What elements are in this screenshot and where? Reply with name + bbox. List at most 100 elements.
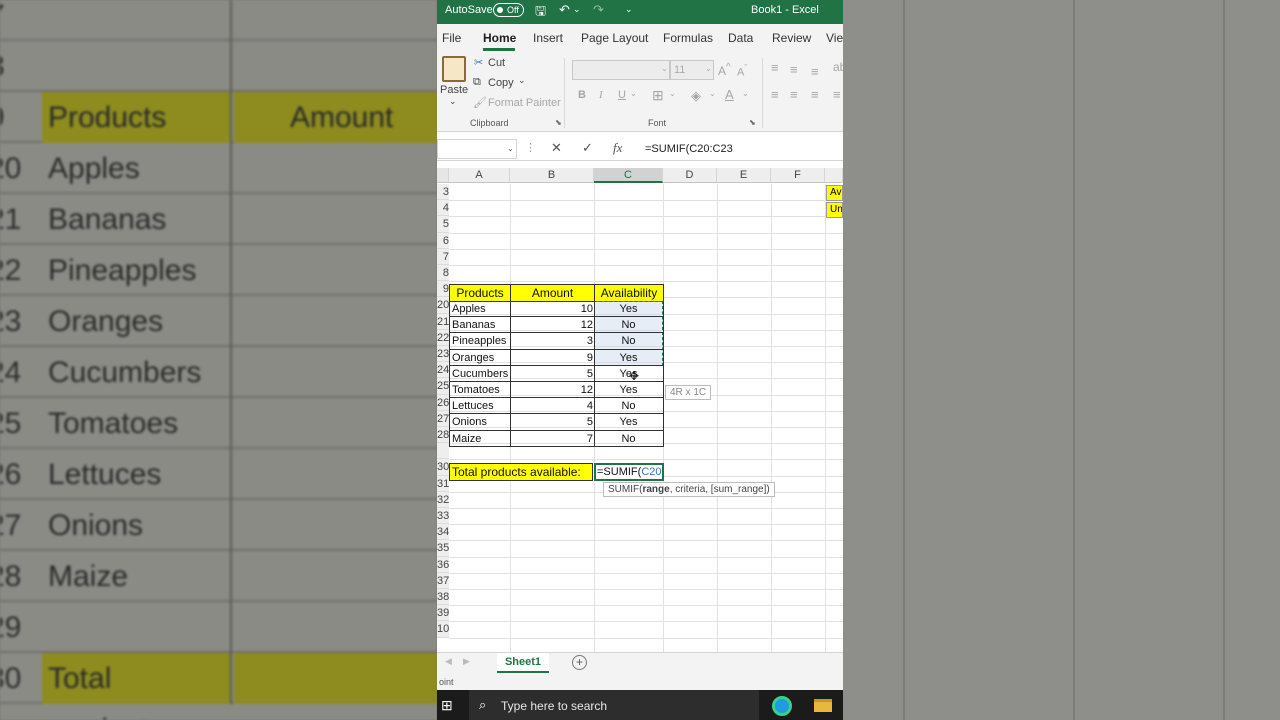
- row-header[interactable]: 31: [437, 475, 449, 492]
- cell-product[interactable]: Bananas: [449, 317, 511, 334]
- formula-input[interactable]: =SUMIF(C20:C23: [645, 143, 733, 155]
- font-size-dropdown-icon[interactable]: ⌄: [705, 64, 712, 73]
- row-header[interactable]: 6: [437, 232, 449, 249]
- header-products[interactable]: Products: [449, 284, 511, 302]
- col-header-a[interactable]: A: [449, 168, 510, 183]
- col-header-d[interactable]: D: [663, 168, 717, 183]
- col-header-c[interactable]: C: [594, 168, 663, 183]
- windows-start-icon[interactable]: ⊞: [441, 697, 453, 714]
- row-header[interactable]: 26: [437, 394, 449, 411]
- tab-insert[interactable]: Insert: [533, 31, 563, 45]
- row-header[interactable]: 36: [437, 556, 449, 573]
- tab-page-layout[interactable]: Page Layout: [581, 31, 648, 45]
- taskbar-search[interactable]: ⌕ Type here to search: [469, 690, 759, 720]
- cell-amount[interactable]: 5: [510, 414, 595, 431]
- row-header[interactable]: 24: [437, 362, 449, 379]
- cell-amount[interactable]: 7: [510, 430, 595, 447]
- cell-availability[interactable]: Yes: [594, 349, 664, 366]
- insert-function-icon[interactable]: fx: [613, 140, 622, 156]
- cut-icon[interactable]: ✂: [474, 56, 483, 69]
- cell-product[interactable]: Maize: [449, 430, 511, 447]
- row-header[interactable]: 34: [437, 524, 449, 541]
- name-box-dropdown-icon[interactable]: ⌄: [507, 144, 514, 153]
- autosave-toggle[interactable]: Off: [493, 3, 524, 17]
- cell-product[interactable]: Onions: [449, 414, 511, 431]
- col-header-e[interactable]: E: [717, 168, 771, 183]
- cell-product[interactable]: Apples: [449, 301, 511, 318]
- row-header[interactable]: 4: [437, 200, 449, 217]
- header-amount[interactable]: Amount: [510, 284, 595, 302]
- cell-product[interactable]: Lettuces: [449, 398, 511, 415]
- cancel-icon[interactable]: ✕: [551, 140, 562, 156]
- row-header[interactable]: 33: [437, 508, 449, 525]
- row-header[interactable]: 30: [437, 459, 449, 476]
- cell-amount[interactable]: 4: [510, 398, 595, 415]
- row-header[interactable]: 9: [437, 281, 449, 298]
- tab-review[interactable]: Review: [772, 31, 811, 45]
- copy-icon[interactable]: ⧉: [473, 76, 481, 89]
- col-header-b[interactable]: B: [510, 168, 594, 183]
- cell-availability[interactable]: Yes: [594, 301, 664, 318]
- cell-availability[interactable]: No: [594, 317, 664, 334]
- worksheet-grid[interactable]: A B C D E F 3 4 5 6 7 8 9 20 21 22 23 24 25 26 27 28 30 3…: [437, 168, 843, 652]
- cell-amount[interactable]: 12: [510, 317, 595, 334]
- row-header[interactable]: 20: [437, 297, 449, 314]
- cell-availability[interactable]: Yes: [594, 382, 664, 399]
- side-label-available[interactable]: Av: [826, 185, 843, 201]
- cell-amount[interactable]: 12: [510, 382, 595, 399]
- row-header[interactable]: 22: [437, 329, 449, 346]
- formula-bar-splitter-icon[interactable]: ⋮: [525, 141, 536, 154]
- row-header[interactable]: 23: [437, 346, 449, 363]
- row-header[interactable]: 3: [437, 184, 449, 201]
- row-header[interactable]: 38: [437, 589, 449, 606]
- copy-dropdown-icon[interactable]: ⌄: [518, 75, 526, 86]
- cell-amount[interactable]: 3: [510, 333, 595, 350]
- sheet-tab-sheet1[interactable]: Sheet1: [497, 653, 549, 673]
- cut-button[interactable]: Cut: [488, 57, 505, 69]
- row-header[interactable]: 35: [437, 540, 449, 557]
- prev-sheet-icon[interactable]: ◀: [445, 656, 452, 667]
- active-cell-c30[interactable]: =SUMIF(C20:C23: [594, 463, 664, 481]
- row-header[interactable]: 28: [437, 427, 449, 444]
- cell-amount[interactable]: 10: [510, 301, 595, 318]
- save-icon[interactable]: 🖫: [535, 2, 546, 24]
- name-box[interactable]: [437, 139, 517, 159]
- cell-product[interactable]: Cucumbers: [449, 365, 511, 382]
- next-sheet-icon[interactable]: ▶: [463, 656, 470, 667]
- paste-dropdown-icon[interactable]: ⌄: [449, 96, 457, 107]
- row-header[interactable]: 39: [437, 605, 449, 622]
- file-explorer-icon[interactable]: [814, 699, 832, 712]
- cell-product[interactable]: Tomatoes: [449, 382, 511, 399]
- font-name-dropdown-icon[interactable]: ⌄: [661, 64, 668, 73]
- font-name-box[interactable]: [572, 60, 670, 80]
- total-label[interactable]: Total products available:: [449, 463, 593, 481]
- row-header[interactable]: 32: [437, 491, 449, 508]
- cell-amount[interactable]: 5: [510, 365, 595, 382]
- row-header[interactable]: 37: [437, 572, 449, 589]
- edge-icon[interactable]: [772, 696, 792, 716]
- function-tooltip[interactable]: SUMIF(range, criteria, [sum_range]): [603, 482, 775, 497]
- header-availability[interactable]: Availability: [594, 284, 664, 302]
- undo-icon[interactable]: ↶: [559, 2, 570, 18]
- add-sheet-icon[interactable]: +: [572, 655, 587, 670]
- cell-availability[interactable]: Yes: [594, 414, 664, 431]
- paste-button[interactable]: Paste: [440, 84, 468, 96]
- copy-button[interactable]: Copy: [488, 77, 514, 89]
- row-header[interactable]: 25: [437, 378, 449, 395]
- row-header[interactable]: 27: [437, 410, 449, 427]
- paste-icon[interactable]: [442, 56, 466, 82]
- font-launcher-icon[interactable]: ⬊: [749, 118, 756, 127]
- undo-dropdown-icon[interactable]: ⌄: [573, 4, 581, 15]
- row-header[interactable]: 8: [437, 265, 449, 282]
- tab-home[interactable]: Home: [483, 31, 516, 45]
- row-header[interactable]: 5: [437, 216, 449, 233]
- col-header-g[interactable]: [825, 168, 843, 183]
- row-header[interactable]: 7: [437, 248, 449, 265]
- tab-formulas[interactable]: Formulas: [663, 31, 713, 45]
- cell-product[interactable]: Pineapples: [449, 333, 511, 350]
- cell-product[interactable]: Oranges: [449, 349, 511, 366]
- cell-availability[interactable]: No: [594, 430, 664, 447]
- row-header[interactable]: 10: [437, 621, 449, 638]
- cell-availability[interactable]: No: [594, 398, 664, 415]
- customize-toolbar-icon[interactable]: ⌄: [625, 4, 633, 15]
